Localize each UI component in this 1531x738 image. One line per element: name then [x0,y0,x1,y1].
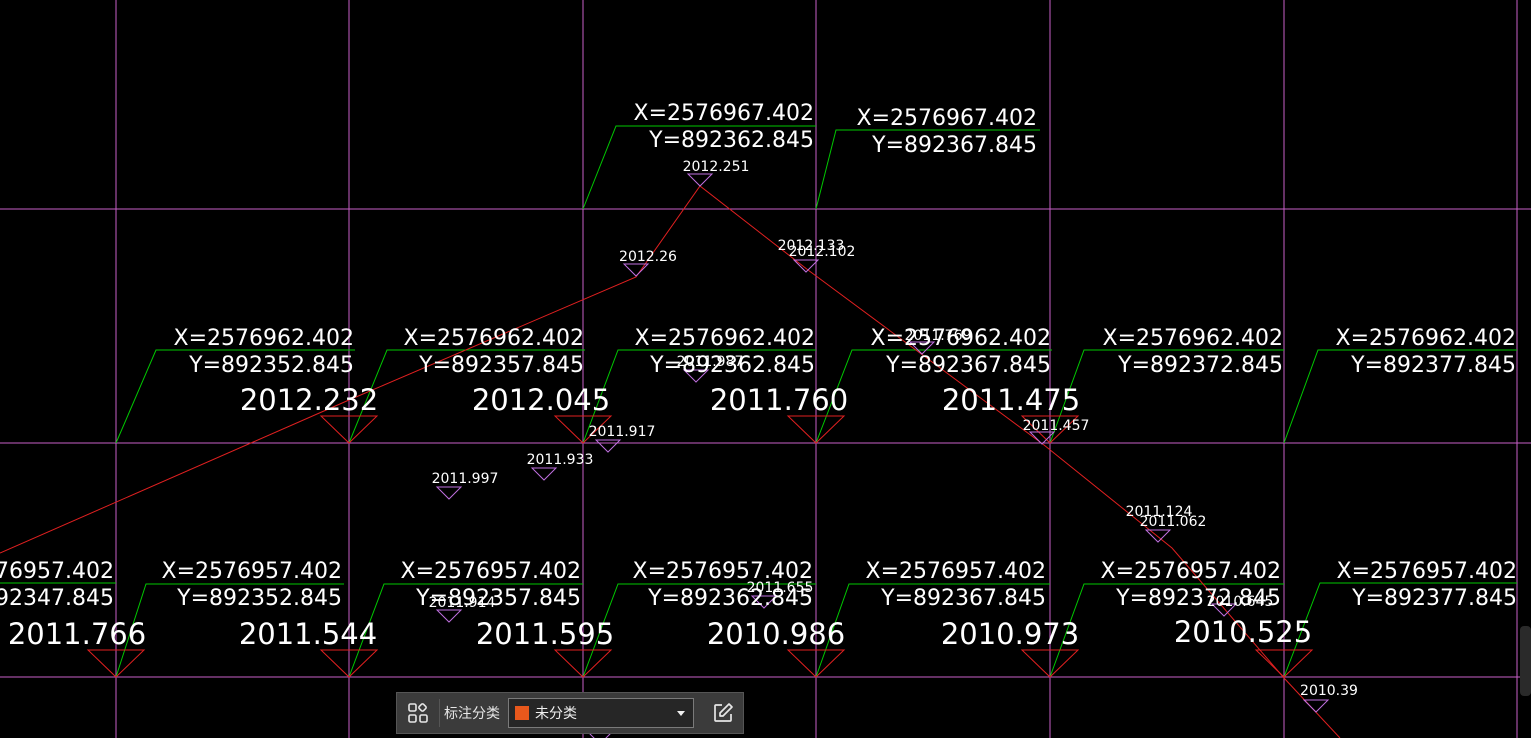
chevron-down-icon [677,710,685,716]
spot-label: 2012.251 [683,159,750,175]
spot-marker [1302,699,1330,713]
spot-label: 2011.987 [677,354,744,370]
elevation-label: 2010.973 [941,617,1079,651]
coord-x-label: X=2576962.402 [1336,326,1516,351]
annotation-toolbar: 标注分类 未分类 [396,692,744,734]
spot-label: 2012.26 [619,249,677,265]
edit-category-button[interactable] [706,696,740,730]
elevation-label: 2012.232 [240,383,378,417]
coord-y-label: Y=892377.845 [1351,586,1517,611]
coord-x-label: X=2576957.402 [1101,559,1281,584]
coord-x-label: X=2576962.402 [635,326,815,351]
coord-x-label: X=2576957.402 [401,559,581,584]
elevation-label: 2011.766 [8,617,146,651]
coord-y-label: Y=892362.845 [648,128,814,153]
category-color-swatch [515,706,529,720]
coord-y-label: Y=892372.845 [1117,353,1283,378]
spot-label: 2012.102 [789,244,856,260]
coord-y-label: Y=892357.845 [418,353,584,378]
spot-marker [594,439,622,453]
spot-label: 2010.645 [1207,594,1274,610]
coord-y-label: Y=892367.845 [871,133,1037,158]
coord-y-label: Y=892352.845 [188,353,354,378]
grid-view-button[interactable] [401,696,435,730]
coordinate-labels: X=2576967.402 Y=892362.845 X=2576967.402… [0,101,1517,611]
coord-x-label: X=2576962.402 [174,326,354,351]
coord-x-label: X=2576967.402 [857,106,1037,131]
spot-marker [1144,529,1172,543]
spot-label: 2010.39 [1300,683,1358,699]
coord-x-label: X=2576957.402 [162,559,342,584]
spot-label: 2011.914 [429,595,496,611]
elevation-label: 2011.544 [239,617,377,651]
category-select-value: 未分类 [535,706,577,722]
spot-label: 2011.769 [905,328,972,344]
elevation-label: 2010.986 [707,617,845,651]
spot-label: 2011.917 [589,424,656,440]
coord-y-label: Y=892352.845 [176,586,342,611]
coord-x-label: X=2576962.402 [1103,326,1283,351]
coord-x-label: X=2576957.402 [1337,559,1517,584]
side-scroll-handle[interactable] [1520,626,1531,696]
spot-label: 2011.933 [527,452,594,468]
annotation-category-label: 标注分类 [444,706,500,722]
coord-x-label: X=2576957.402 [866,559,1046,584]
spot-marker [686,173,714,187]
coord-y-label: Y=892367.845 [885,353,1051,378]
coord-y-label: Y=892347.845 [0,586,114,611]
elevation-label: 2011.475 [942,383,1080,417]
cad-drawing-canvas[interactable]: X=2576967.402 Y=892362.845 X=2576967.402… [0,0,1531,738]
spot-label: 2011.997 [432,471,499,487]
elevation-label: 2012.045 [472,383,610,417]
coord-x-label: X=2576957.402 [0,559,114,584]
edit-icon [714,703,733,722]
toolbar-divider [439,699,440,727]
spot-label: 2011.457 [1023,418,1090,434]
elevation-label: 2010.525 [1174,615,1312,649]
spot-label: 2011.655 [747,580,814,596]
four-squares-icon [408,703,428,723]
coord-x-label: X=2576962.402 [404,326,584,351]
elevation-label: 2011.595 [476,617,614,651]
spot-marker [435,609,463,623]
profile-line [0,185,1341,738]
coord-y-label: Y=892377.845 [1350,353,1516,378]
spot-marker [530,467,558,481]
spot-marker [435,486,463,500]
coord-x-label: X=2576967.402 [634,101,814,126]
spot-label: 2011.062 [1140,514,1207,530]
annotation-category-select[interactable]: 未分类 [508,698,694,728]
elevation-label: 2011.760 [710,383,848,417]
coord-y-label: Y=892367.845 [880,586,1046,611]
